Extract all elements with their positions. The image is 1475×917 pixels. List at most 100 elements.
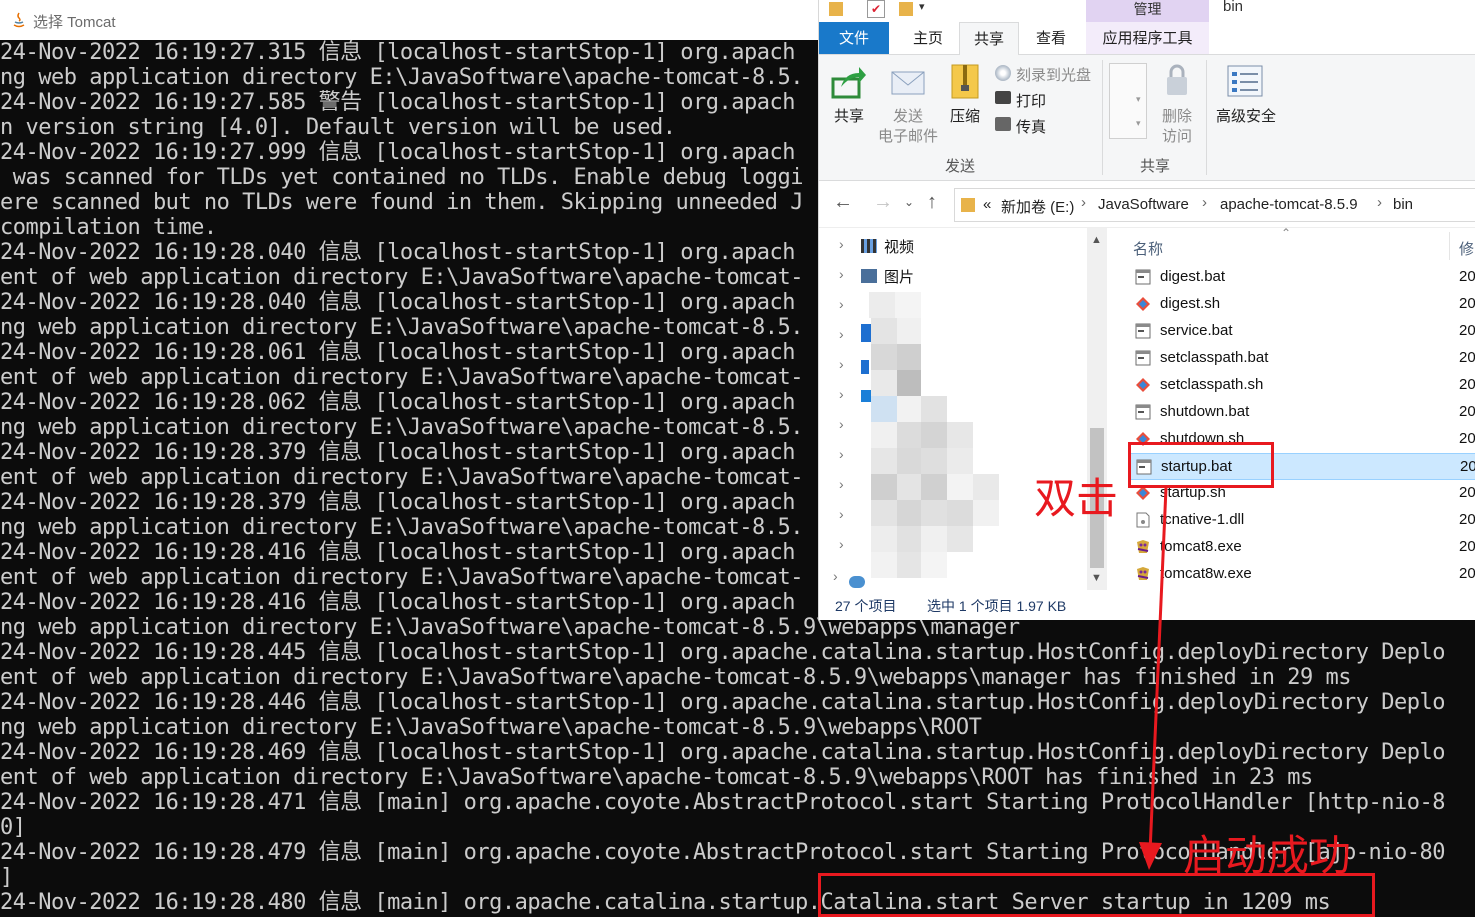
file-name: setclasspath.bat	[1160, 349, 1269, 366]
customize-toolbar-icon[interactable]: ▾	[919, 0, 925, 13]
file-row[interactable]: service.bat 20	[1129, 318, 1475, 345]
chevron-right-icon[interactable]: ›	[839, 416, 844, 432]
bat-icon	[1135, 404, 1151, 420]
file-row[interactable]: setclasspath.sh 20	[1129, 372, 1475, 399]
tab-file[interactable]: 文件	[819, 22, 889, 54]
console-log-line: ent of web application directory E:\Java…	[0, 465, 803, 490]
printer-icon[interactable]	[995, 91, 1011, 104]
breadcrumb-separator-icon[interactable]: ›	[1202, 194, 1207, 211]
chevron-right-icon[interactable]: ›	[833, 568, 838, 584]
group-share-label: 共享	[1140, 158, 1171, 175]
share-button-label[interactable]: 共享	[831, 107, 867, 127]
console-log-line: compilation time.	[0, 215, 217, 240]
status-bar: 27 个项目 选中 1 个项目 1.97 KB	[819, 590, 1475, 620]
chevron-right-icon[interactable]: ›	[839, 476, 844, 492]
folder-icon[interactable]	[829, 2, 843, 16]
scroll-down-icon[interactable]: ▼	[1091, 572, 1102, 584]
breadcrumb-bin[interactable]: bin	[1393, 196, 1413, 213]
file-date: 20	[1459, 484, 1475, 501]
share-icon[interactable]	[831, 65, 867, 99]
new-folder-icon[interactable]	[899, 2, 913, 16]
file-date: 20	[1459, 511, 1475, 528]
console-log-line: was scanned for TLDs yet contained no TL…	[0, 165, 804, 190]
console-log-line: ent of web application directory E:\Java…	[0, 665, 1351, 690]
console-log-line: ng web application directory E:\JavaSoft…	[0, 315, 803, 340]
breadcrumb-drive[interactable]: 新加卷 (E:)	[1001, 196, 1074, 217]
chevron-right-icon[interactable]: ›	[839, 536, 844, 552]
breadcrumb-separator-icon[interactable]: ›	[1377, 194, 1382, 211]
up-icon[interactable]: ↑	[927, 191, 937, 214]
print-button[interactable]: 打印	[1016, 90, 1046, 111]
item-count: 27 个项目	[835, 598, 897, 614]
group-send-label: 发送	[945, 158, 976, 175]
scroll-up-icon[interactable]: ▲	[1091, 234, 1102, 246]
file-name: digest.sh	[1160, 295, 1221, 312]
console-log-line: n version string [4.0]. Default version …	[0, 115, 676, 140]
back-icon[interactable]: ←	[833, 191, 853, 214]
file-row[interactable]: tomcat8w.exe 20	[1129, 561, 1475, 588]
properties-icon[interactable]: ✔	[867, 0, 885, 18]
advanced-security-icon[interactable]	[1227, 65, 1263, 97]
console-log-line: 24-Nov-2022 16:19:28.469 信息 [localhost-s…	[0, 740, 1445, 765]
file-date: 20	[1459, 268, 1475, 285]
tab-manage[interactable]: 管理	[1086, 0, 1209, 22]
advanced-security-button[interactable]: 高级安全	[1213, 107, 1279, 127]
breadcrumb[interactable]: « 新加卷 (E:) › JavaSoftware › apache-tomca…	[954, 188, 1475, 222]
tab-application-tools[interactable]: 应用程序工具	[1086, 22, 1209, 54]
chevron-right-icon[interactable]: ›	[839, 236, 844, 252]
zip-icon[interactable]	[951, 63, 979, 99]
burn-to-disc-button[interactable]: 刻录到光盘	[1016, 64, 1091, 85]
console-title: 选择 Tomcat	[33, 14, 116, 31]
console-log-line: 24-Nov-2022 16:19:28.471 信息 [main] org.a…	[0, 790, 1445, 815]
breadcrumb-javasoftware[interactable]: JavaSoftware	[1098, 196, 1189, 213]
disc-icon[interactable]	[995, 65, 1011, 81]
exe-icon	[1135, 566, 1151, 582]
highlight-box-startup	[1128, 442, 1274, 488]
file-list: ⌃ 名称 修 digest.bat 20 digest.sh 20 service.ba…	[1119, 226, 1475, 590]
tab-view[interactable]: 查看	[1021, 22, 1081, 54]
chevron-right-icon[interactable]: ›	[839, 506, 844, 522]
fax-icon[interactable]	[995, 117, 1011, 131]
file-row[interactable]: digest.bat 20	[1129, 264, 1475, 291]
nav-item-pictures[interactable]: › 图片	[819, 262, 1109, 290]
file-name: tomcat8.exe	[1160, 538, 1242, 555]
console-log-line: ]	[0, 865, 13, 890]
nav-item-videos[interactable]: › 视频	[819, 232, 1109, 260]
remove-access-button[interactable]: 删除 访问	[1157, 107, 1197, 147]
console-log-line: 24-Nov-2022 16:19:28.040 信息 [localhost-s…	[0, 290, 795, 315]
tab-share[interactable]: 共享	[959, 22, 1019, 55]
breadcrumb-tomcat[interactable]: apache-tomcat-8.5.9	[1220, 196, 1358, 213]
ribbon-panel: 共享 发送 电子邮件 压缩 刻录到光盘 打印 传真 发送 ▾ ▾ 删除 访问 共…	[819, 55, 1475, 181]
chevron-right-icon[interactable]: ›	[839, 266, 844, 282]
email-button-label[interactable]: 发送 电子邮件	[874, 107, 942, 147]
recent-locations-icon[interactable]: ⌄	[904, 195, 914, 209]
console-log-line: 24-Nov-2022 16:19:28.040 信息 [localhost-s…	[0, 240, 795, 265]
chevron-right-icon[interactable]: ›	[839, 356, 844, 372]
console-log-line: 24-Nov-2022 16:19:28.062 信息 [localhost-s…	[0, 390, 795, 415]
breadcrumb-separator-icon[interactable]: ›	[1081, 194, 1086, 211]
fax-button[interactable]: 传真	[1016, 116, 1046, 137]
chevron-right-icon[interactable]: ›	[839, 296, 844, 312]
file-date: 20	[1459, 349, 1475, 366]
column-name[interactable]: 名称	[1133, 238, 1163, 259]
email-icon[interactable]	[891, 69, 925, 97]
java-icon	[13, 12, 25, 28]
file-row[interactable]: tomcat8.exe 20	[1129, 534, 1475, 561]
chevron-right-icon[interactable]: ›	[839, 386, 844, 402]
chevron-right-icon[interactable]: ›	[839, 446, 844, 462]
tab-home[interactable]: 主页	[897, 22, 959, 54]
breadcrumb-overflow[interactable]: «	[983, 196, 991, 213]
file-row[interactable]: tcnative-1.dll 20	[1129, 507, 1475, 534]
nav-scrollbar[interactable]: ▲ ▼	[1087, 228, 1107, 590]
chevron-right-icon[interactable]: ›	[839, 326, 844, 342]
file-row[interactable]: digest.sh 20	[1129, 291, 1475, 318]
column-date-modified[interactable]: 修	[1459, 238, 1474, 259]
column-divider[interactable]	[1449, 232, 1450, 260]
annotation-double-click: 双击	[1034, 474, 1119, 523]
zip-button-label[interactable]: 压缩	[945, 107, 985, 127]
share-with-list[interactable]: ▾ ▾	[1109, 63, 1147, 139]
file-row[interactable]: setclasspath.bat 20	[1129, 345, 1475, 372]
forward-icon[interactable]: →	[873, 191, 893, 214]
lock-icon[interactable]	[1165, 63, 1189, 97]
file-row[interactable]: shutdown.bat 20	[1129, 399, 1475, 426]
